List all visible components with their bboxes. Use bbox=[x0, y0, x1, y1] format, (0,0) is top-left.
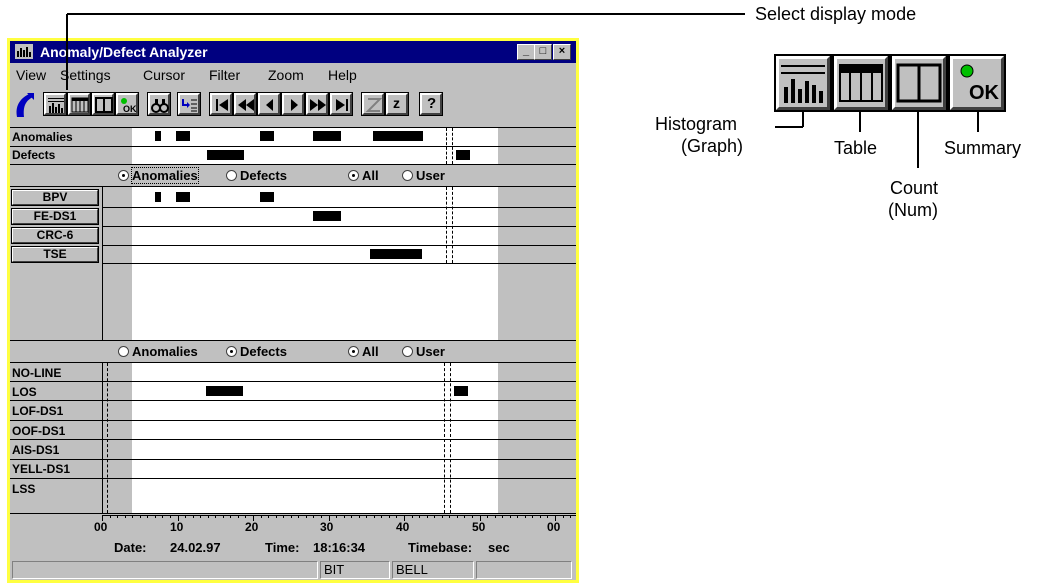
callout-summary: Summary bbox=[944, 138, 1022, 158]
callout-histogram-line2: (Graph) bbox=[681, 136, 744, 156]
ok-label: OK bbox=[969, 82, 1000, 104]
callout-title: Select display mode bbox=[755, 4, 917, 24]
histogram-icon bbox=[781, 65, 825, 103]
table-icon bbox=[839, 64, 883, 102]
big-summary-button[interactable]: OK bbox=[948, 54, 1006, 112]
big-table-button[interactable] bbox=[832, 54, 890, 112]
big-count-button[interactable] bbox=[890, 54, 948, 112]
callout-count-line1: Count bbox=[890, 178, 939, 198]
big-histogram-button[interactable] bbox=[774, 54, 832, 112]
callout-count-line2: (Num) bbox=[888, 200, 938, 220]
count-icon bbox=[896, 63, 942, 103]
callout-table: Table bbox=[834, 138, 878, 158]
summary-ok-icon: OK bbox=[960, 64, 1000, 104]
callout-histogram-line1: Histogram bbox=[655, 114, 738, 134]
